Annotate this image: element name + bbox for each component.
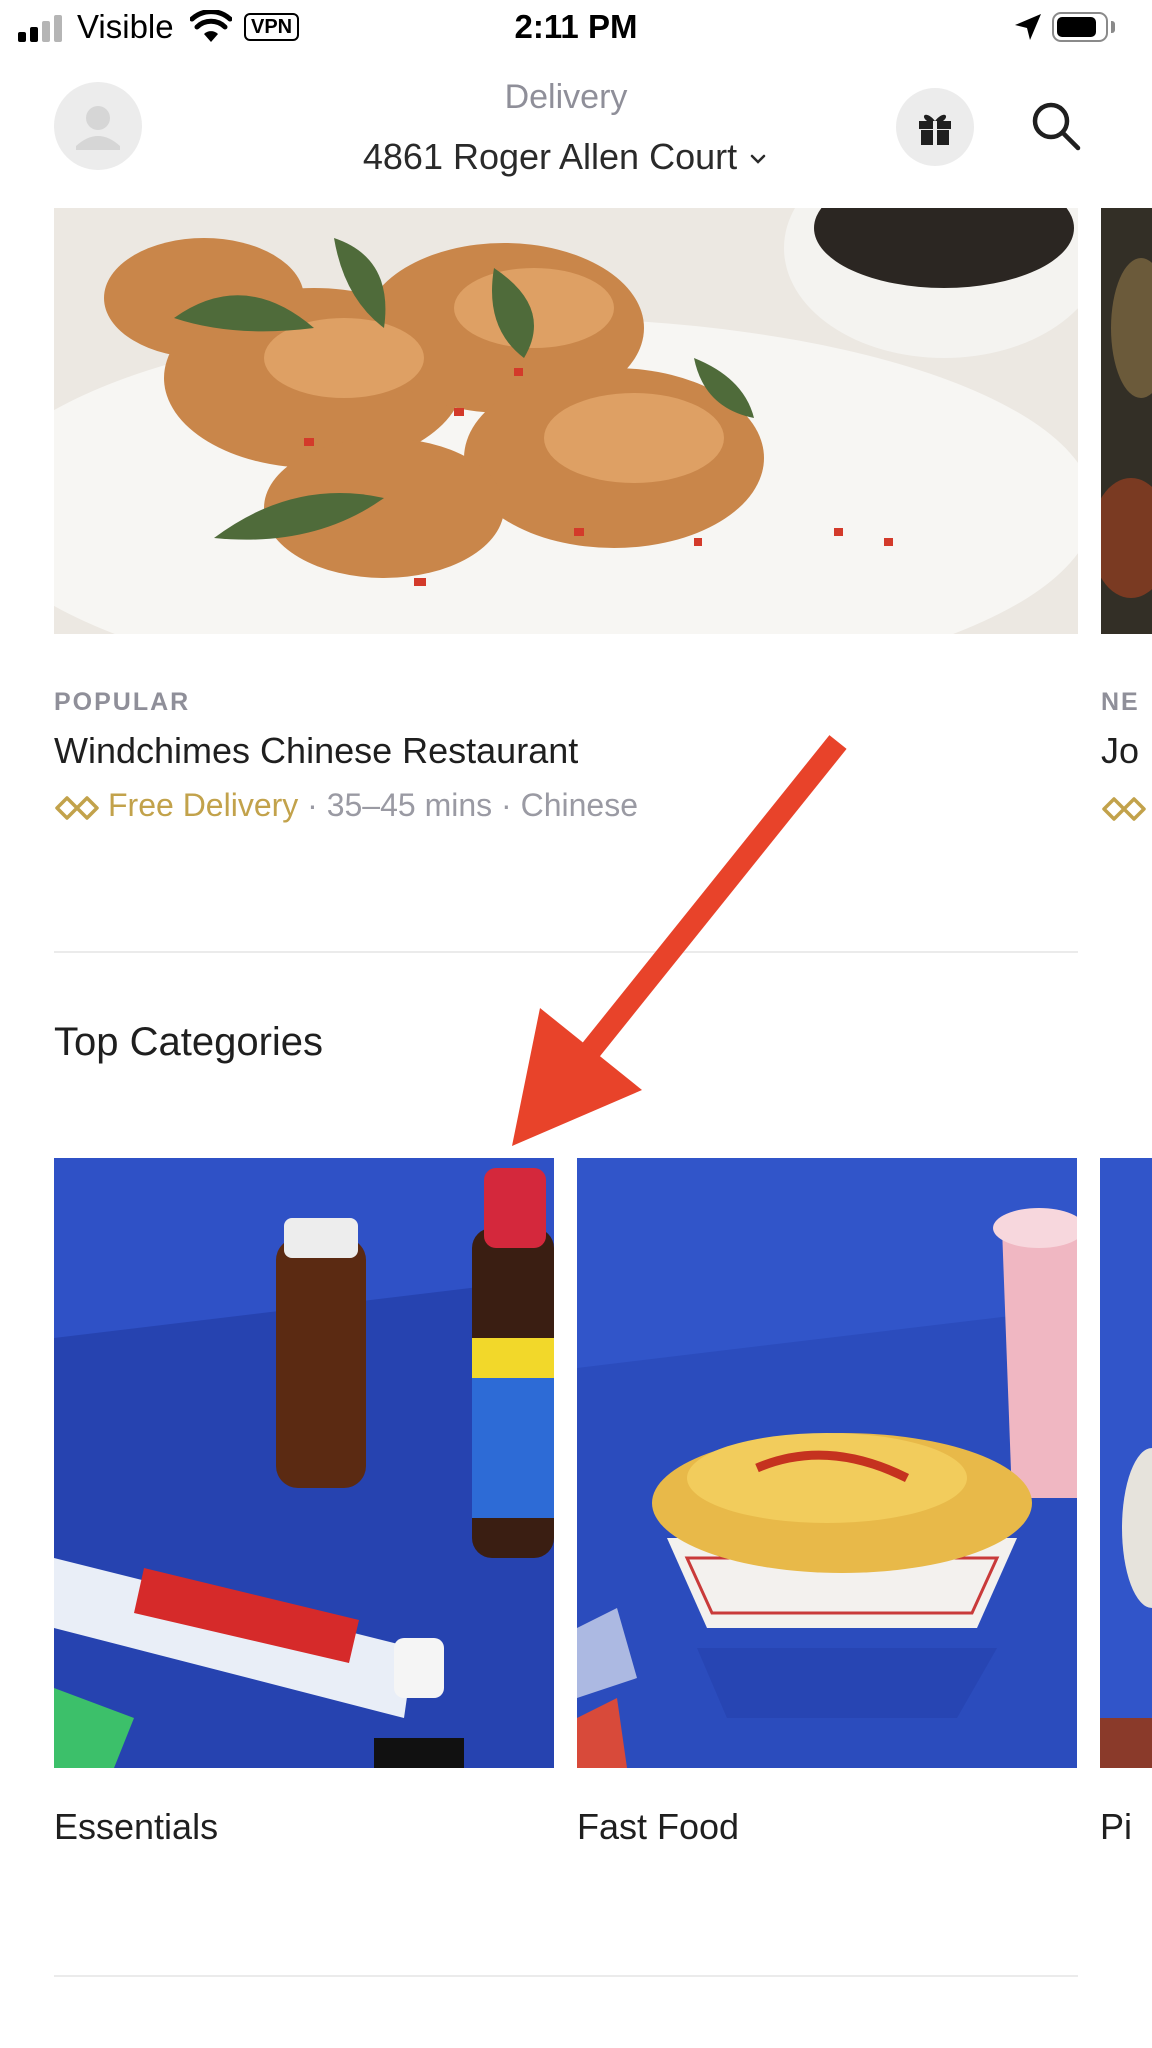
battery-tip [1111,21,1115,33]
section-divider-bottom [54,1975,1078,1977]
next-restaurant-photo [1101,208,1152,634]
dashpass-icon-peek [1102,797,1146,821]
restaurant-meta: Free Delivery · 35–45 mins · Chinese [54,787,638,824]
chevron-down-icon [750,155,766,165]
location-arrow-icon [1015,14,1041,40]
fried-calamari-photo [54,208,1078,634]
restaurant-tag: POPULAR [54,688,191,716]
cuisine-label: Chinese [520,787,638,823]
category-card-essentials[interactable] [54,1158,554,1768]
next-category-photo [1100,1158,1152,1768]
next-restaurant-tag: NE [1101,688,1140,716]
restaurant-name[interactable]: Windchimes Chinese Restaurant [54,730,578,772]
gift-icon [919,114,951,145]
category-card-fast-food[interactable] [577,1158,1077,1768]
section-divider [54,951,1078,953]
next-restaurant-name[interactable]: Jo [1101,730,1139,772]
category-label-next[interactable]: Pi [1100,1806,1132,1848]
top-categories-title: Top Categories [54,1020,324,1064]
fast-food-photo [577,1158,1077,1768]
category-card-next[interactable] [1100,1158,1152,1768]
meta-separator-2: · [501,787,512,823]
meta-separator: · [307,787,318,823]
gift-button[interactable] [896,88,974,166]
category-label-essentials[interactable]: Essentials [54,1806,218,1848]
status-bar: Visible VPN 2:11 PM [0,0,1152,58]
essentials-photo [54,1158,554,1768]
dashpass-icon [55,795,99,820]
category-label-fast-food[interactable]: Fast Food [577,1806,739,1848]
status-time: 2:11 PM [514,8,638,45]
battery-icon [1052,12,1108,42]
address-text: 4861 Roger Allen Court [362,136,738,177]
free-delivery-label: Free Delivery [108,787,299,823]
next-restaurant-image[interactable] [1101,208,1152,634]
restaurant-image[interactable] [54,208,1078,634]
search-icon[interactable] [1026,96,1086,156]
delivery-time: 35–45 mins [326,787,493,823]
